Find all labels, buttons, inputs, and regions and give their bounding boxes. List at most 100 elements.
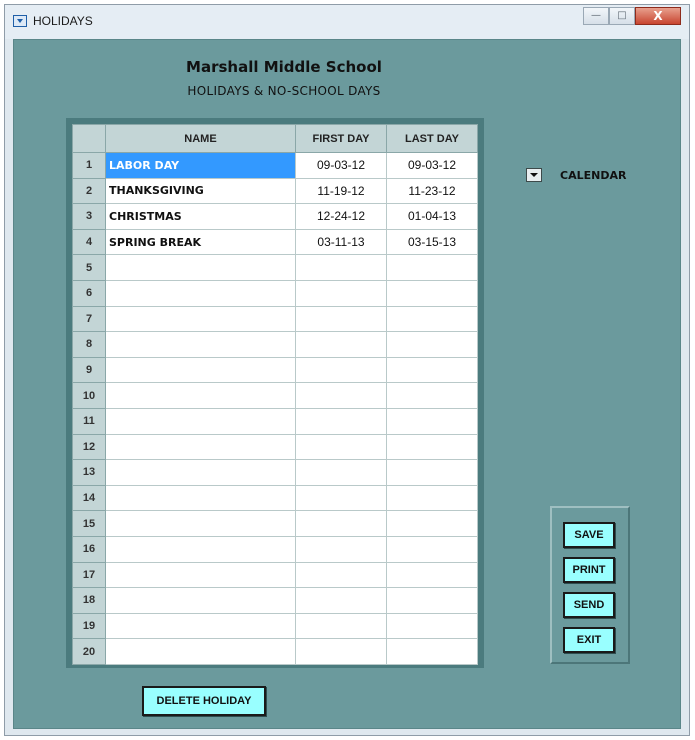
save-button[interactable]: SAVE	[563, 522, 615, 548]
first-day-cell[interactable]: 11-19-12	[295, 177, 387, 205]
table-row[interactable]: 12	[72, 433, 478, 461]
first-day-cell[interactable]	[295, 279, 387, 307]
last-day-cell[interactable]: 11-23-12	[386, 177, 478, 205]
holiday-name-cell[interactable]	[105, 535, 296, 563]
column-header-first-day[interactable]: FIRST DAY	[295, 124, 387, 153]
row-number[interactable]: 12	[72, 433, 106, 461]
column-header-name[interactable]: NAME	[105, 124, 296, 153]
row-number[interactable]: 15	[72, 510, 106, 537]
table-row[interactable]: 17	[72, 561, 478, 589]
row-number[interactable]: 18	[72, 587, 106, 614]
holiday-name-cell[interactable]	[105, 459, 296, 486]
last-day-cell[interactable]	[386, 382, 478, 409]
table-row[interactable]: 15	[72, 510, 478, 537]
table-row[interactable]: 13	[72, 459, 478, 486]
holiday-name-cell[interactable]	[105, 356, 296, 384]
table-row[interactable]: 1 LABOR DAY 09-03-12 09-03-12	[72, 152, 478, 179]
last-day-cell[interactable]: 01-04-13	[386, 203, 478, 230]
first-day-cell[interactable]	[295, 407, 387, 435]
first-day-cell[interactable]	[295, 331, 387, 358]
last-day-cell[interactable]: 03-15-13	[386, 228, 478, 256]
last-day-cell[interactable]	[386, 356, 478, 384]
last-day-cell[interactable]	[386, 279, 478, 307]
holiday-name-cell[interactable]	[105, 484, 296, 512]
chevron-down-icon[interactable]	[526, 168, 542, 182]
first-day-cell[interactable]	[295, 433, 387, 461]
first-day-cell[interactable]	[295, 356, 387, 384]
last-day-cell[interactable]	[386, 561, 478, 589]
row-number[interactable]: 16	[72, 535, 106, 563]
row-number[interactable]: 4	[72, 228, 106, 256]
row-number[interactable]: 1	[72, 152, 106, 179]
first-day-cell[interactable]	[295, 254, 387, 281]
holiday-name-cell[interactable]	[105, 407, 296, 435]
table-row[interactable]: 20	[72, 638, 478, 665]
first-day-cell[interactable]	[295, 612, 387, 640]
table-row[interactable]: 2 THANKSGIVING 11-19-12 11-23-12	[72, 177, 478, 205]
row-number[interactable]: 7	[72, 305, 106, 333]
last-day-cell[interactable]	[386, 587, 478, 614]
first-day-cell[interactable]	[295, 305, 387, 333]
first-day-cell[interactable]: 03-11-13	[295, 228, 387, 256]
row-number[interactable]: 10	[72, 382, 106, 409]
last-day-cell[interactable]	[386, 638, 478, 665]
first-day-cell[interactable]	[295, 510, 387, 537]
last-day-cell[interactable]	[386, 433, 478, 461]
holiday-name-cell[interactable]	[105, 510, 296, 537]
exit-button[interactable]: EXIT	[563, 627, 615, 653]
table-row[interactable]: 19	[72, 612, 478, 640]
last-day-cell[interactable]	[386, 331, 478, 358]
table-row[interactable]: 3 CHRISTMAS 12-24-12 01-04-13	[72, 203, 478, 230]
close-button[interactable]: X	[635, 7, 681, 25]
holiday-name-cell[interactable]: LABOR DAY	[105, 152, 296, 179]
holiday-name-cell[interactable]: CHRISTMAS	[105, 203, 296, 230]
row-number[interactable]: 2	[72, 177, 106, 205]
table-row[interactable]: 9	[72, 356, 478, 384]
table-row[interactable]: 7	[72, 305, 478, 333]
table-row[interactable]: 18	[72, 587, 478, 614]
first-day-cell[interactable]	[295, 638, 387, 665]
first-day-cell[interactable]	[295, 484, 387, 512]
row-number[interactable]: 20	[72, 638, 106, 665]
first-day-cell[interactable]	[295, 587, 387, 614]
holiday-name-cell[interactable]: SPRING BREAK	[105, 228, 296, 256]
last-day-cell[interactable]	[386, 612, 478, 640]
row-number[interactable]: 3	[72, 203, 106, 230]
last-day-cell[interactable]	[386, 305, 478, 333]
row-number[interactable]: 13	[72, 459, 106, 486]
last-day-cell[interactable]	[386, 484, 478, 512]
row-number[interactable]: 11	[72, 407, 106, 435]
table-row[interactable]: 5	[72, 254, 478, 281]
holiday-name-cell[interactable]	[105, 612, 296, 640]
table-row[interactable]: 8	[72, 331, 478, 358]
last-day-cell[interactable]	[386, 407, 478, 435]
delete-holiday-button[interactable]: DELETE HOLIDAY	[142, 686, 266, 716]
title-bar[interactable]: HOLIDAYS — □ X	[5, 5, 689, 39]
holiday-name-cell[interactable]: THANKSGIVING	[105, 177, 296, 205]
first-day-cell[interactable]: 09-03-12	[295, 152, 387, 179]
holiday-name-cell[interactable]	[105, 638, 296, 665]
holiday-name-cell[interactable]	[105, 254, 296, 281]
row-number[interactable]: 5	[72, 254, 106, 281]
table-row[interactable]: 14	[72, 484, 478, 512]
holiday-name-cell[interactable]	[105, 561, 296, 589]
holiday-name-cell[interactable]	[105, 305, 296, 333]
print-button[interactable]: PRINT	[563, 557, 615, 583]
last-day-cell[interactable]: 09-03-12	[386, 152, 478, 179]
holiday-name-cell[interactable]	[105, 279, 296, 307]
calendar-dropdown[interactable]: CALENDAR	[526, 168, 626, 182]
last-day-cell[interactable]	[386, 459, 478, 486]
first-day-cell[interactable]	[295, 382, 387, 409]
column-header-last-day[interactable]: LAST DAY	[386, 124, 478, 153]
table-row[interactable]: 10	[72, 382, 478, 409]
table-row[interactable]: 6	[72, 279, 478, 307]
table-row[interactable]: 4 SPRING BREAK 03-11-13 03-15-13	[72, 228, 478, 256]
row-number[interactable]: 14	[72, 484, 106, 512]
holiday-name-cell[interactable]	[105, 587, 296, 614]
row-number[interactable]: 9	[72, 356, 106, 384]
send-button[interactable]: SEND	[563, 592, 615, 618]
last-day-cell[interactable]	[386, 535, 478, 563]
last-day-cell[interactable]	[386, 510, 478, 537]
last-day-cell[interactable]	[386, 254, 478, 281]
table-row[interactable]: 11	[72, 407, 478, 435]
